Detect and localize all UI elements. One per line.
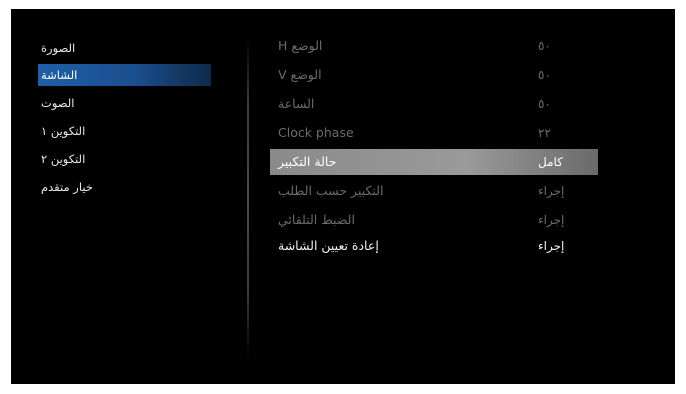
osd-screen: الصورة الشاشة الصوت التكوين ١ التكوين ٢ … [11, 9, 675, 384]
sidebar-item-audio[interactable]: الصوت [38, 92, 211, 114]
setting-value: إجراء [538, 184, 565, 198]
setting-row-auto-adjust[interactable]: الضبط التلقائي إجراء [270, 207, 598, 233]
menu-divider [247, 37, 249, 359]
setting-value: إجراء [538, 213, 565, 227]
setting-label: الضبط التلقائي [278, 212, 355, 227]
sidebar-item-advanced-option[interactable]: خيار متقدم [38, 176, 211, 198]
sidebar-item-picture[interactable]: الصورة [38, 37, 211, 59]
setting-label: الساعة [278, 96, 315, 111]
sidebar-item-screen[interactable]: الشاشة [38, 64, 211, 86]
setting-label: التكبير حسب الطلب [278, 183, 384, 198]
setting-label: حالة التكبير [278, 154, 337, 169]
setting-row-custom-zoom[interactable]: التكبير حسب الطلب إجراء [270, 178, 598, 204]
sidebar-item-config2[interactable]: التكوين ٢ [38, 148, 211, 170]
setting-row-v-position[interactable]: الوضع V ٥٠ [270, 62, 598, 88]
setting-label: الوضع H [278, 38, 323, 53]
setting-row-clock-phase[interactable]: Clock phase ٢٢ [270, 120, 598, 146]
setting-value: كامل [538, 155, 563, 169]
setting-value: إجراء [538, 239, 565, 253]
setting-row-zoom-mode[interactable]: حالة التكبير كامل [270, 149, 598, 175]
setting-row-clock[interactable]: الساعة ٥٠ [270, 91, 598, 117]
setting-value: ٢٢ [538, 126, 551, 140]
setting-value: ٥٠ [538, 39, 551, 53]
setting-value: ٥٠ [538, 68, 551, 82]
setting-label: إعادة تعيين الشاشة [278, 238, 379, 253]
sidebar-menu: الصورة الشاشة الصوت التكوين ١ التكوين ٢ … [11, 9, 247, 384]
setting-label: Clock phase [278, 125, 354, 140]
setting-value: ٥٠ [538, 97, 551, 111]
setting-row-h-position[interactable]: الوضع H ٥٠ [270, 33, 598, 59]
setting-label: الوضع V [278, 67, 322, 82]
setting-row-screen-reset[interactable]: إعادة تعيين الشاشة إجراء [270, 233, 598, 259]
sidebar-item-config1[interactable]: التكوين ١ [38, 120, 211, 142]
